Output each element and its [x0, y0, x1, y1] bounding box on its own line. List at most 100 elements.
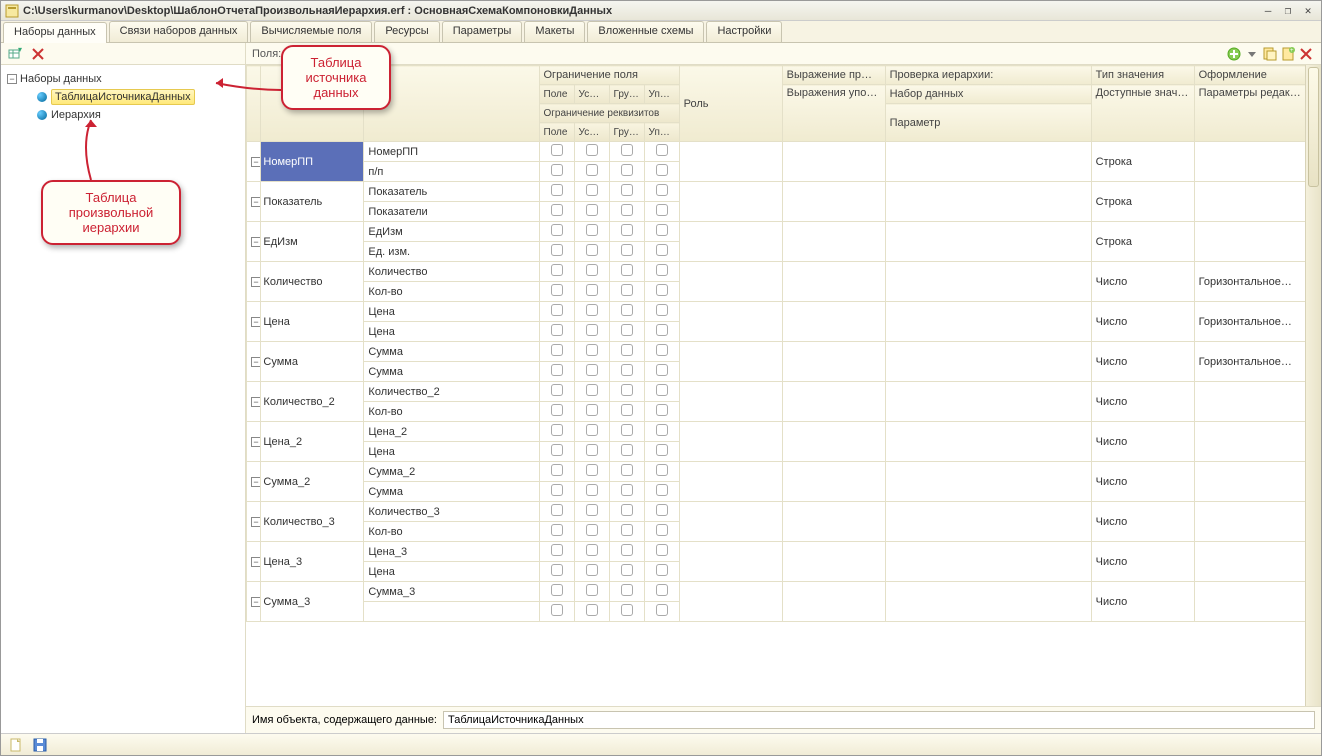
checkbox[interactable] — [539, 202, 574, 222]
field-name[interactable]: Сумма_2 — [261, 462, 364, 502]
field-path[interactable]: Цена_2 — [364, 422, 539, 442]
checkbox[interactable] — [539, 602, 574, 622]
row-collapse-icon[interactable]: − — [251, 557, 261, 567]
row-collapse-icon[interactable]: − — [251, 397, 261, 407]
field-alt[interactable]: п/п — [364, 162, 539, 182]
checkbox[interactable] — [609, 182, 644, 202]
type-cell[interactable]: Число — [1091, 382, 1194, 422]
field-path[interactable]: ЕдИзм — [364, 222, 539, 242]
type-cell[interactable]: Число — [1091, 582, 1194, 622]
order-cell[interactable] — [782, 542, 885, 582]
field-name[interactable]: Цена_3 — [261, 542, 364, 582]
field-name[interactable]: Цена_2 — [261, 422, 364, 462]
minimize-button[interactable]: — — [1259, 4, 1277, 18]
design-cell[interactable]: Горизонтальное… — [1194, 302, 1305, 342]
checkbox[interactable] — [644, 362, 679, 382]
table-row[interactable]: −Цена_3Цена_3Число — [247, 542, 1306, 562]
field-alt[interactable]: Кол-во — [364, 282, 539, 302]
row-collapse-icon[interactable]: − — [251, 477, 261, 487]
table-row[interactable]: −ЦенаЦенаЧислоГоризонтальное… — [247, 302, 1306, 322]
tab-4[interactable]: Параметры — [442, 21, 523, 42]
checkbox[interactable] — [644, 422, 679, 442]
table-row[interactable]: −ЕдИзмЕдИзмСтрока — [247, 222, 1306, 242]
checkbox[interactable] — [539, 502, 574, 522]
field-path[interactable]: Сумма — [364, 342, 539, 362]
role-cell[interactable] — [679, 462, 782, 502]
col-req-constraint[interactable]: Ограничение реквизитов — [539, 104, 679, 123]
field-alt[interactable]: Показатели — [364, 202, 539, 222]
col-design[interactable]: Оформление — [1194, 66, 1305, 85]
tree-item-0[interactable]: ТаблицаИсточникаДанных — [5, 87, 241, 107]
order-cell[interactable] — [782, 462, 885, 502]
checkbox[interactable] — [644, 342, 679, 362]
checkbox[interactable] — [574, 542, 609, 562]
checkbox[interactable] — [609, 582, 644, 602]
field-alt[interactable]: Цена — [364, 562, 539, 582]
row-collapse-icon[interactable]: − — [251, 517, 261, 527]
table-row[interactable]: −Сумма_3Сумма_3Число — [247, 582, 1306, 602]
checkbox[interactable] — [574, 322, 609, 342]
checkbox[interactable] — [539, 322, 574, 342]
checkbox[interactable] — [644, 262, 679, 282]
save-icon[interactable] — [31, 736, 49, 754]
field-name[interactable]: ЕдИзм — [261, 222, 364, 262]
checkbox[interactable] — [574, 282, 609, 302]
design-cell[interactable] — [1194, 382, 1305, 422]
field-name[interactable]: Количество — [261, 262, 364, 302]
checkbox[interactable] — [539, 162, 574, 182]
checkbox[interactable] — [539, 522, 574, 542]
table-row[interactable]: −СуммаСуммаЧислоГоризонтальное… — [247, 342, 1306, 362]
field-alt[interactable]: Цена — [364, 442, 539, 462]
tree-item-1[interactable]: Иерархия — [5, 107, 241, 123]
order-cell[interactable] — [782, 182, 885, 222]
checkbox[interactable] — [644, 562, 679, 582]
checkbox[interactable] — [609, 322, 644, 342]
type-cell[interactable]: Число — [1091, 342, 1194, 382]
field-path[interactable]: Сумма_3 — [364, 582, 539, 602]
checkbox[interactable] — [539, 422, 574, 442]
checkbox[interactable] — [644, 482, 679, 502]
delete-dataset-icon[interactable] — [29, 45, 47, 63]
sub-gru2[interactable]: Гру… — [609, 123, 644, 142]
row-collapse-icon[interactable]: − — [251, 237, 261, 247]
role-cell[interactable] — [679, 182, 782, 222]
field-alt[interactable] — [364, 602, 539, 622]
order-cell[interactable] — [782, 582, 885, 622]
checkbox[interactable] — [574, 342, 609, 362]
tab-2[interactable]: Вычисляемые поля — [250, 21, 372, 42]
checkbox[interactable] — [644, 302, 679, 322]
hier-cell[interactable] — [885, 142, 1091, 182]
field-name[interactable]: Количество_3 — [261, 502, 364, 542]
checkbox[interactable] — [539, 142, 574, 162]
hier-cell[interactable] — [885, 262, 1091, 302]
role-cell[interactable] — [679, 582, 782, 622]
order-cell[interactable] — [782, 502, 885, 542]
field-alt[interactable]: Ед. изм. — [364, 242, 539, 262]
field-path[interactable]: Количество — [364, 262, 539, 282]
dropdown-icon[interactable] — [1243, 45, 1261, 63]
checkbox[interactable] — [574, 242, 609, 262]
checkbox[interactable] — [539, 342, 574, 362]
field-name[interactable]: Сумма — [261, 342, 364, 382]
checkbox[interactable] — [609, 162, 644, 182]
hier-cell[interactable] — [885, 422, 1091, 462]
order-cell[interactable] — [782, 382, 885, 422]
order-cell[interactable] — [782, 342, 885, 382]
type-cell[interactable]: Число — [1091, 542, 1194, 582]
checkbox[interactable] — [644, 442, 679, 462]
role-cell[interactable] — [679, 262, 782, 302]
field-path[interactable]: НомерПП — [364, 142, 539, 162]
sub-pole[interactable]: Поле — [539, 85, 574, 104]
field-alt[interactable]: Кол-во — [364, 522, 539, 542]
checkbox[interactable] — [539, 562, 574, 582]
checkbox[interactable] — [574, 362, 609, 382]
type-cell[interactable]: Число — [1091, 502, 1194, 542]
col-order-exprs[interactable]: Выражения упорядочивания — [782, 85, 885, 142]
checkbox[interactable] — [574, 142, 609, 162]
checkbox[interactable] — [609, 542, 644, 562]
checkbox[interactable] — [644, 182, 679, 202]
checkbox[interactable] — [609, 602, 644, 622]
field-path[interactable]: Сумма_2 — [364, 462, 539, 482]
table-row[interactable]: −НомерППНомерППСтрока — [247, 142, 1306, 162]
hier-cell[interactable] — [885, 182, 1091, 222]
